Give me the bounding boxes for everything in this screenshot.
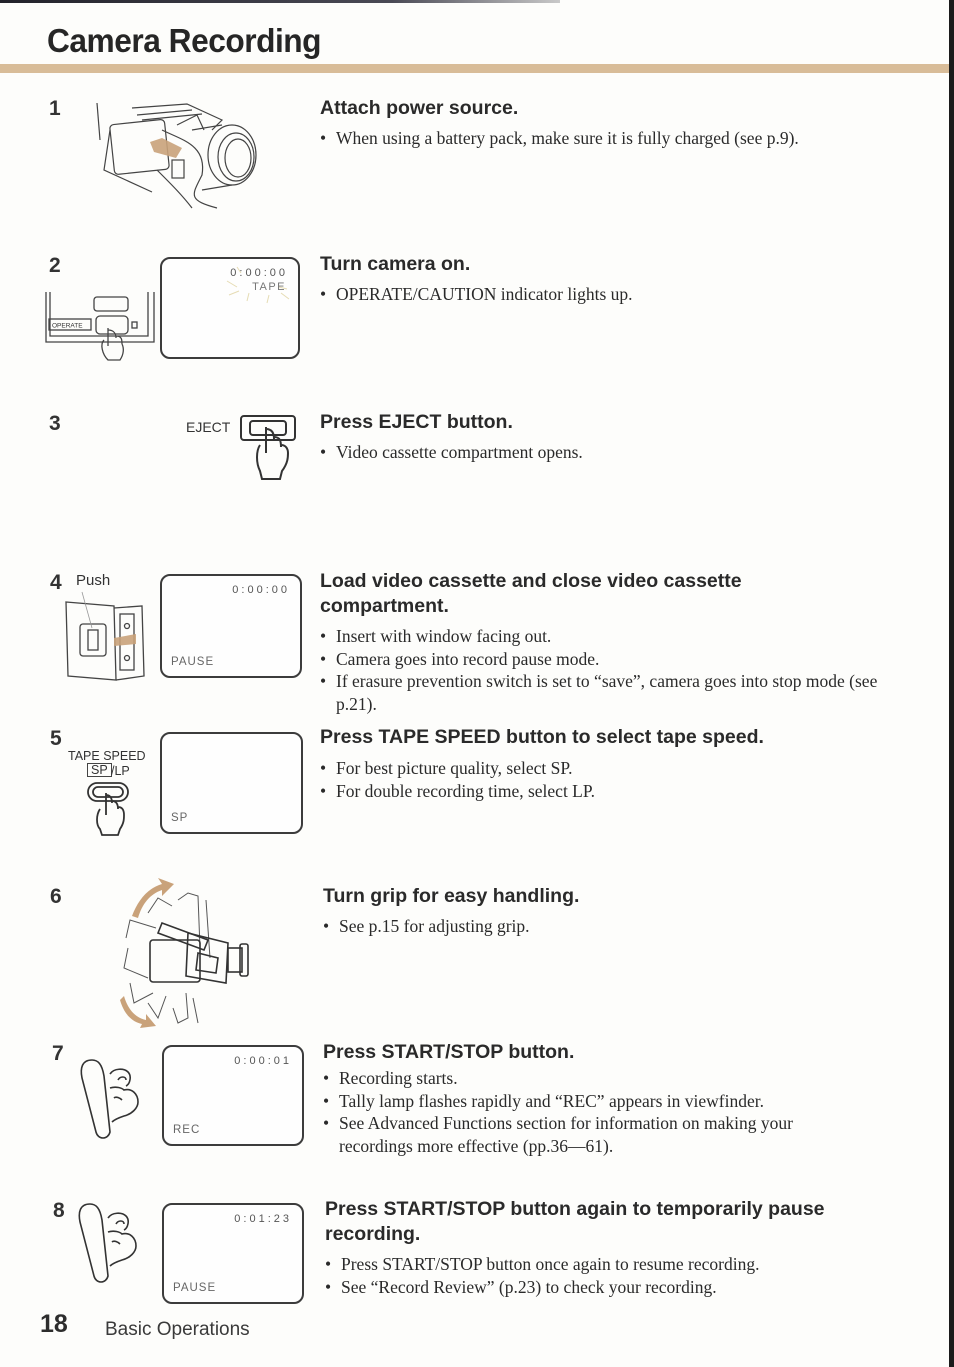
start-stop-press-illustration <box>78 1203 137 1283</box>
bullet-item: See “Record Review” (p.23) to check your… <box>325 1276 885 1299</box>
bullet-item: Press START/STOP button once again to re… <box>325 1253 885 1276</box>
step-number: 1 <box>49 97 61 120</box>
step-heading: Press TAPE SPEED button to select tape s… <box>320 726 764 748</box>
mode-indicator: REC <box>173 1124 201 1136</box>
step-number: 5 <box>50 727 62 750</box>
start-stop-press-illustration <box>80 1059 139 1139</box>
step-heading: Load video cassette and close video cass… <box>320 570 742 617</box>
mode-indicator: PAUSE <box>173 1282 217 1294</box>
step-bullets: Recording starts. Tally lamp flashes rap… <box>323 1067 863 1157</box>
viewfinder-display: SP <box>160 732 303 834</box>
bullet-item: Recording starts. <box>323 1067 863 1090</box>
step-bullets: See p.15 for adjusting grip. <box>323 915 883 938</box>
step-heading: Press START/STOP button. <box>323 1041 575 1063</box>
step-bullets: For best picture quality, select SP. For… <box>320 757 880 802</box>
tape-warning: TAPE <box>252 281 286 293</box>
viewfinder-display: 0:00:01 REC <box>162 1045 304 1146</box>
bullet-item: Insert with window facing out. <box>320 625 880 648</box>
tape-speed-button-press-illustration <box>87 782 129 836</box>
eject-label: EJECT <box>186 419 231 435</box>
title-rule <box>0 64 949 73</box>
step-number: 3 <box>49 412 61 435</box>
timecode: 0:00:01 <box>234 1055 292 1067</box>
bullet-item: See p.15 for adjusting grip. <box>323 915 883 938</box>
viewfinder-display: 0:00:00 PAUSE <box>160 574 302 678</box>
step-number: 2 <box>49 254 61 277</box>
tape-speed-lp-option: /LP <box>111 764 130 778</box>
bullet-item: When using a battery pack, make sure it … <box>320 127 900 150</box>
bullet-item: See Advanced Functions section for infor… <box>323 1112 863 1157</box>
bullet-item: For best picture quality, select SP. <box>320 757 880 780</box>
step-number: 8 <box>53 1199 65 1222</box>
viewfinder-display: 0:01:23 PAUSE <box>162 1203 304 1304</box>
timecode: 0:00:00 <box>230 267 288 279</box>
step-heading: Turn grip for easy handling. <box>323 885 580 907</box>
mode-indicator: SP <box>171 812 189 824</box>
operate-label: OPERATE <box>52 323 83 330</box>
bullet-item: OPERATE/CAUTION indicator lights up. <box>320 283 900 306</box>
step-number: 6 <box>50 885 62 908</box>
section-name: Basic Operations <box>105 1319 250 1340</box>
bullet-item: Video cassette compartment opens. <box>320 441 900 464</box>
timecode: 0:00:00 <box>232 584 290 596</box>
page-title: Camera Recording <box>47 22 322 59</box>
step-heading: Attach power source. <box>320 97 519 119</box>
step-heading: Press EJECT button. <box>320 411 513 433</box>
step-bullets: OPERATE/CAUTION indicator lights up. <box>320 283 900 306</box>
step-bullets: Video cassette compartment opens. <box>320 441 900 464</box>
step-number: 4 <box>50 571 62 594</box>
camera-battery-attach-illustration <box>96 102 257 209</box>
step-heading: Turn camera on. <box>320 253 471 275</box>
page-number: 18 <box>40 1310 68 1338</box>
viewfinder-display: 0:00:00 TAPE <box>160 257 300 359</box>
cassette-compartment-illustration <box>65 591 145 681</box>
bullet-item: For double recording time, select LP. <box>320 780 880 803</box>
bullet-item: Camera goes into record pause mode. <box>320 648 880 671</box>
timecode: 0:01:23 <box>234 1213 292 1225</box>
operate-button-illustration: OPERATE <box>45 292 155 361</box>
page-right-edge <box>949 0 954 1367</box>
push-callout: Push <box>76 572 111 589</box>
step-bullets: Insert with window facing out. Camera go… <box>320 625 880 715</box>
step-bullets: Press START/STOP button once again to re… <box>325 1253 885 1298</box>
eject-button-press-illustration <box>240 415 296 480</box>
mode-indicator: PAUSE <box>171 656 215 668</box>
bullet-item: Tally lamp flashes rapidly and “REC” app… <box>323 1090 863 1113</box>
step-bullets: When using a battery pack, make sure it … <box>320 127 900 150</box>
tape-speed-sp-selected: SP <box>87 763 112 777</box>
grip-rotation-illustration <box>120 878 249 1028</box>
step-heading: Press START/STOP button again to tempora… <box>325 1198 825 1245</box>
tape-speed-label: TAPE SPEED <box>68 749 146 763</box>
step-number: 7 <box>52 1042 64 1065</box>
bullet-item: If erasure prevention switch is set to “… <box>320 670 880 715</box>
page-top-edge <box>0 0 560 3</box>
